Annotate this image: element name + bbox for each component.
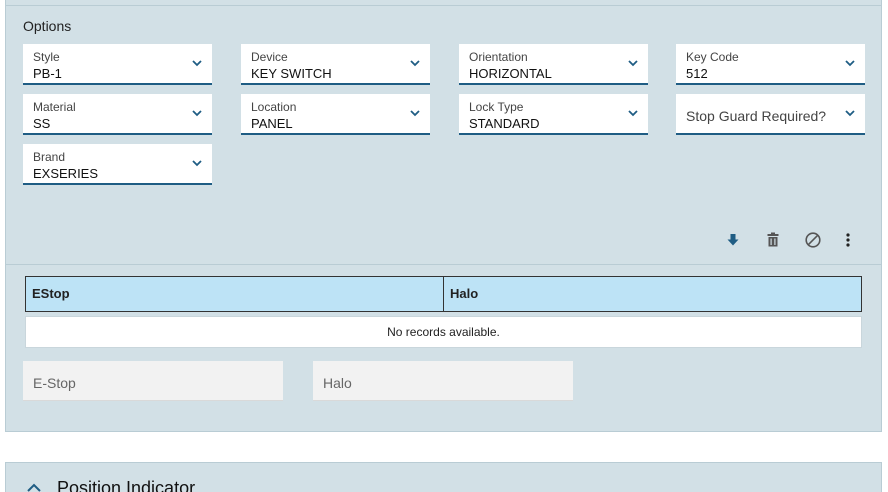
device-dropdown[interactable]: Device KEY SWITCH <box>241 44 430 85</box>
grid-header: EStop Halo <box>25 276 862 312</box>
column-header-estop[interactable]: EStop <box>26 277 444 311</box>
chevron-down-icon <box>410 60 420 67</box>
chevron-down-icon <box>845 110 855 117</box>
orientation-dropdown[interactable]: Orientation HORIZONTAL <box>459 44 648 85</box>
chevron-down-icon <box>628 110 638 117</box>
orientation-label: Orientation <box>469 50 528 64</box>
chevron-down-icon <box>410 110 420 117</box>
style-label: Style <box>33 50 60 64</box>
chevron-down-icon <box>628 60 638 67</box>
location-dropdown[interactable]: Location PANEL <box>241 94 430 135</box>
location-label: Location <box>251 100 297 114</box>
key-code-dropdown[interactable]: Key Code 512 <box>676 44 865 85</box>
halo-field[interactable]: Halo <box>313 361 573 401</box>
orientation-value: HORIZONTAL <box>469 66 552 81</box>
estop-field-placeholder: E-Stop <box>33 375 76 391</box>
chevron-up-icon[interactable] <box>26 481 42 492</box>
halo-field-placeholder: Halo <box>323 375 352 391</box>
panel-top-divider <box>6 5 881 6</box>
brand-label: Brand <box>33 150 66 164</box>
device-label: Device <box>251 50 288 64</box>
column-header-halo[interactable]: Halo <box>444 277 861 311</box>
chevron-down-icon <box>192 160 202 167</box>
chevron-down-icon <box>192 60 202 67</box>
style-value: PB-1 <box>33 66 62 81</box>
ban-icon[interactable] <box>804 231 822 249</box>
material-dropdown[interactable]: Material SS <box>23 94 212 135</box>
brand-dropdown[interactable]: Brand EXSERIES <box>23 144 212 185</box>
stop-guard-placeholder: Stop Guard Required? <box>686 108 827 124</box>
estop-field[interactable]: E-Stop <box>23 361 283 401</box>
chevron-down-icon <box>192 110 202 117</box>
lock-type-label: Lock Type <box>469 100 524 114</box>
position-indicator-panel[interactable]: Position Indicator <box>5 462 882 492</box>
lock-type-value: STANDARD <box>469 116 540 131</box>
material-label: Material <box>33 100 76 114</box>
key-code-value: 512 <box>686 66 708 81</box>
brand-value: EXSERIES <box>33 166 99 181</box>
position-indicator-title: Position Indicator <box>57 478 196 492</box>
more-vertical-icon[interactable] <box>839 231 857 249</box>
lock-type-dropdown[interactable]: Lock Type STANDARD <box>459 94 648 135</box>
toolbar-divider <box>6 264 881 265</box>
key-code-label: Key Code <box>686 50 739 64</box>
style-dropdown[interactable]: Style PB-1 <box>23 44 212 85</box>
download-icon[interactable] <box>724 231 742 249</box>
chevron-down-icon <box>845 60 855 67</box>
grid-empty-message: No records available. <box>25 316 862 348</box>
trash-icon[interactable] <box>764 231 782 249</box>
options-title: Options <box>23 18 72 34</box>
stop-guard-dropdown[interactable]: Stop Guard Required? <box>676 94 865 135</box>
estop-halo-grid: EStop Halo No records available. <box>25 276 862 348</box>
options-panel: Options Style PB-1 Device KEY SWITCH Ori… <box>5 0 882 432</box>
material-value: SS <box>33 116 51 131</box>
location-value: PANEL <box>251 116 293 131</box>
device-value: KEY SWITCH <box>251 66 332 81</box>
